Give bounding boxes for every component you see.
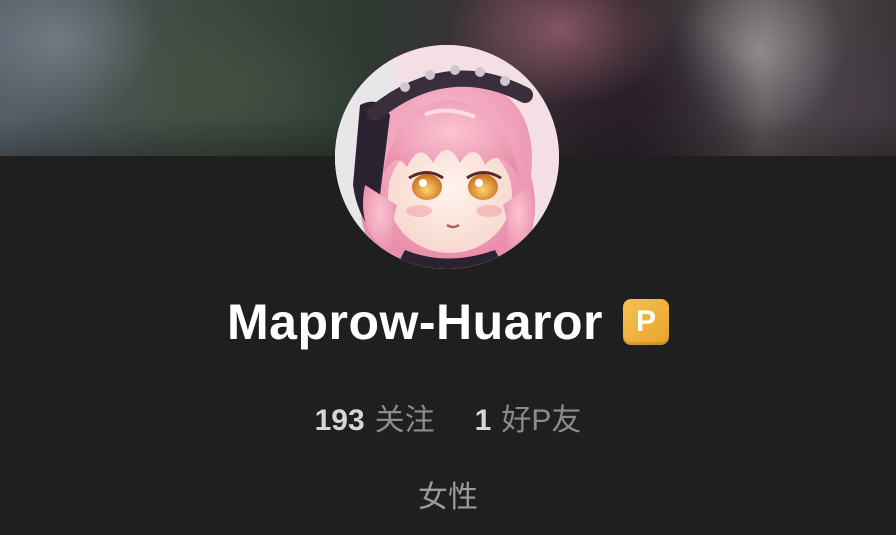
gender-text: 女性 xyxy=(418,481,478,514)
avatar[interactable] xyxy=(335,45,559,269)
mypixiv-label: 好P友 xyxy=(501,404,582,437)
following-label: 关注 xyxy=(374,404,435,437)
mypixiv-count: 1 xyxy=(474,404,492,437)
following-count: 193 xyxy=(314,404,365,437)
username-row: Maprow-Huaror P xyxy=(0,292,896,352)
following-stat[interactable]: 193 关注 xyxy=(315,395,435,439)
premium-badge-icon[interactable]: P xyxy=(622,299,669,345)
stats-row: 193 关注 1 好P友 xyxy=(0,395,896,439)
profile-page: Maprow-Huaror P 193 关注 1 好P友 女性 xyxy=(0,0,896,535)
anime-girl-avatar-icon xyxy=(335,45,559,269)
mypixiv-stat[interactable]: 1 好P友 xyxy=(475,395,582,439)
username: Maprow-Huaror xyxy=(227,294,603,350)
